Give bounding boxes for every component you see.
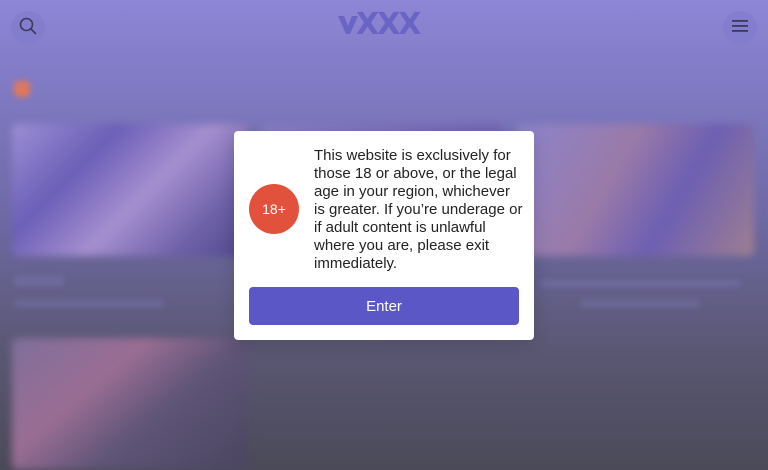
age-badge: 18+ xyxy=(249,184,299,234)
age-verification-modal: 18+ This website is exclusively for thos… xyxy=(234,131,534,340)
logo-v-mark-icon xyxy=(338,16,358,34)
video-thumbnail[interactable] xyxy=(516,124,754,256)
section-title xyxy=(14,80,236,98)
video-caption xyxy=(14,276,64,286)
hamburger-menu-icon xyxy=(732,19,748,38)
search-button[interactable] xyxy=(11,11,45,45)
video-thumbnail[interactable] xyxy=(12,338,248,470)
video-caption xyxy=(540,280,740,287)
search-icon xyxy=(19,17,37,40)
video-caption xyxy=(14,300,164,307)
fire-icon xyxy=(14,81,30,97)
site-logo[interactable]: XXX xyxy=(338,9,430,41)
top-bar: XXX xyxy=(0,0,768,56)
video-caption xyxy=(580,300,700,307)
video-thumbnail[interactable] xyxy=(12,124,248,256)
age-disclaimer-text: This website is exclusively for those 18… xyxy=(314,147,523,272)
logo-text: XXX xyxy=(356,7,421,42)
menu-button[interactable] xyxy=(723,11,757,45)
enter-button[interactable]: Enter xyxy=(249,287,519,325)
